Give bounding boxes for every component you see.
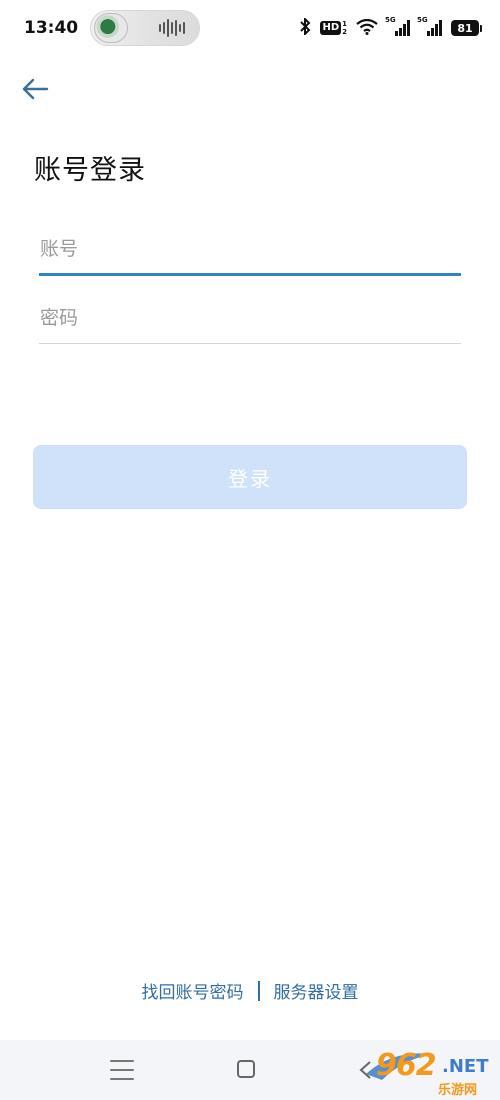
battery-icon: 81 [451,20,482,36]
album-art-thumbnail [94,13,129,43]
status-time: 13:40 [24,18,79,38]
signal-type-label: 5G [385,16,396,24]
battery-tip [480,24,482,32]
watermark-number: 962 [376,1048,437,1083]
status-bar: 13:40 HD 1 2 5G 5G 81 [0,0,500,56]
account-field[interactable] [39,224,461,276]
footer-links: 找回账号密码 服务器设置 [0,978,500,1003]
recover-account-link[interactable]: 找回账号密码 [142,978,244,1003]
hd-voice-icon: HD 1 2 [320,20,347,36]
wifi-icon [356,18,378,38]
recent-apps-button[interactable] [110,1060,134,1080]
back-button[interactable] [18,72,52,106]
cellular-signal-icon: 5G [385,16,410,36]
battery-level: 81 [451,20,479,36]
bluetooth-icon [299,16,311,38]
account-input[interactable] [39,224,461,273]
menu-line-icon [110,1078,134,1080]
watermark-domain: .NET [442,1056,489,1077]
login-button[interactable]: 登录 [33,445,467,509]
hd-fraction-top: 1 [342,20,347,28]
status-left: 13:40 [24,10,201,46]
home-button[interactable] [237,1060,255,1078]
cellular-signal-2-icon: 5G [417,16,442,36]
hd-fraction: 1 2 [342,20,347,36]
watermark-subtitle: 乐游网 [438,1083,478,1098]
menu-line-icon [110,1060,134,1062]
media-playback-pill[interactable] [90,10,201,46]
arrow-left-icon [22,78,49,100]
audio-wave-icon [159,19,186,37]
page-title: 账号登录 [34,155,146,186]
footer-divider [257,980,260,1001]
hd-fraction-bottom: 2 [342,28,347,36]
signal-type-label-2: 5G [417,16,428,24]
watermark-logo: 962 .NET 乐游网 [362,1046,496,1098]
password-field[interactable] [39,292,461,344]
hd-label: HD [320,21,342,35]
server-settings-link[interactable]: 服务器设置 [274,978,359,1003]
menu-line-icon [110,1069,134,1071]
password-input[interactable] [39,292,461,343]
status-right: HD 1 2 5G 5G 81 [299,16,482,38]
